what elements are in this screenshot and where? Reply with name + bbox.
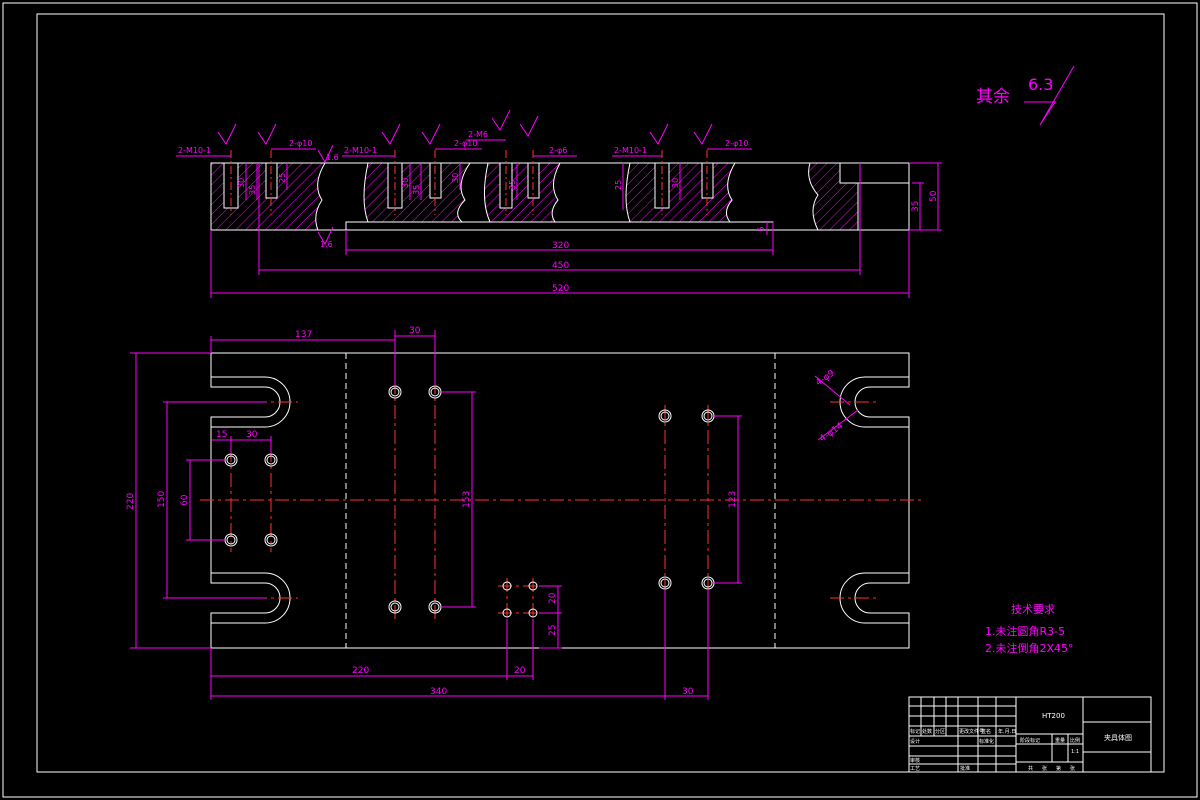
depth-8: 25 xyxy=(614,180,623,190)
drawing-border xyxy=(36,13,1165,773)
tb-cell-2: 分区 xyxy=(935,728,945,735)
dim-30-bot: 30 xyxy=(682,687,694,697)
dim-137: 137 xyxy=(295,330,312,340)
callout-6: 2-φ6 xyxy=(549,146,567,155)
tech-title: 技术要求 xyxy=(1011,603,1055,616)
depth-4: 30 xyxy=(401,178,410,188)
callout-3: 2-M10-1 xyxy=(344,146,377,155)
tb-cell-15: 张 xyxy=(1042,765,1047,772)
tb-cell-6: 设计 xyxy=(910,738,920,745)
depth-9: 30 xyxy=(671,178,680,188)
depth-1: 30 xyxy=(237,178,246,188)
depth-6: 30 xyxy=(451,173,460,183)
dim-153: 153 xyxy=(462,491,472,508)
dim-320: 320 xyxy=(552,241,569,251)
plan-view: 137 30 15 30 220 150 60 153 123 20 25 22… xyxy=(126,326,922,700)
dim-20-h: 20 xyxy=(514,666,526,676)
tb-scale: 1:1 xyxy=(1071,749,1079,755)
tb-cell-16: 第 xyxy=(1056,765,1061,772)
tb-material: HT200 xyxy=(1042,712,1065,720)
tb-name: 夹具体图 xyxy=(1104,733,1132,742)
dim-150: 150 xyxy=(157,491,167,508)
tech-item-2: 2.未注倒角2X45° xyxy=(985,641,1074,655)
tb-cell-7: 标准化 xyxy=(979,738,994,745)
dim-15: 15 xyxy=(216,430,227,440)
dim-30-top: 30 xyxy=(409,326,421,336)
tb-cell-11: 审核 xyxy=(910,757,920,764)
callout-5: 2-M6 xyxy=(468,130,488,139)
hatch-3 xyxy=(484,162,561,223)
cad-drawing: 其余 6.3 2-M10-1 2-φ10 2-M10-1 2-φ10 2-M6 … xyxy=(2,2,1198,798)
dim-5: 5 xyxy=(757,226,767,232)
tb-cell-4: 签名 xyxy=(981,728,991,735)
tech-requirements: 技术要求 1.未注圆角R3-5 2.未注倒角2X45° xyxy=(985,603,1074,655)
dim-520: 520 xyxy=(552,284,569,294)
hole-callout-2: 4-φ14 xyxy=(818,421,846,444)
tb-cell-0: 标记 xyxy=(910,728,920,735)
callout-2: 2-φ10 xyxy=(289,139,312,148)
dim-30-left: 30 xyxy=(246,430,258,440)
dim-25-v: 25 xyxy=(548,625,558,636)
tb-cell-14: 共 xyxy=(1028,765,1033,772)
depth-5: 35 xyxy=(412,185,421,195)
dim-123: 123 xyxy=(728,491,738,508)
callout-7: 2-M10-1 xyxy=(614,146,647,155)
tech-item-1: 1.未注圆角R3-5 xyxy=(985,624,1065,638)
roughness-symbol: 其余 6.3 xyxy=(976,65,1075,126)
finish-mark-2: 1.6 xyxy=(320,240,333,249)
roughness-value: 6.3 xyxy=(1028,75,1053,94)
tb-cell-9: 重量 xyxy=(1055,737,1065,744)
tb-cell-1: 处数 xyxy=(922,728,932,735)
tb-cell-10: 比例 xyxy=(1070,737,1080,744)
outer-frame xyxy=(2,2,1198,798)
dim-20-v: 20 xyxy=(548,592,558,604)
dim-450: 450 xyxy=(552,261,569,271)
roughness-label: 其余 xyxy=(976,87,1010,107)
callout-4: 2-φ10 xyxy=(454,139,477,148)
dim-220-v: 220 xyxy=(126,493,136,510)
tb-cell-17: 张 xyxy=(1070,765,1075,772)
tb-cell-13: 批准 xyxy=(960,765,970,772)
dim-35: 35 xyxy=(911,201,921,212)
tb-cell-12: 工艺 xyxy=(910,766,920,772)
dim-340: 340 xyxy=(430,687,447,697)
tb-cell-8: 阶段标记 xyxy=(1020,737,1040,744)
dim-60: 60 xyxy=(180,494,190,506)
hole-callout-1: 4-φ9 xyxy=(814,368,837,388)
depth-3: 25 xyxy=(278,173,287,183)
tb-cell-5: 年.月.日 xyxy=(998,728,1016,735)
callout-8: 2-φ10 xyxy=(725,139,748,148)
dim-220-h: 220 xyxy=(352,666,369,676)
dim-50: 50 xyxy=(929,190,939,202)
callout-1: 2-M10-1 xyxy=(178,146,211,155)
depth-7: 35 xyxy=(508,180,517,190)
section-view: 2-M10-1 2-φ10 2-M10-1 2-φ10 2-M6 2-φ6 2-… xyxy=(176,109,942,298)
finish-mark-1: 1.6 xyxy=(326,153,339,162)
depth-2: 35 xyxy=(248,185,257,195)
hatch-5 xyxy=(808,162,859,231)
